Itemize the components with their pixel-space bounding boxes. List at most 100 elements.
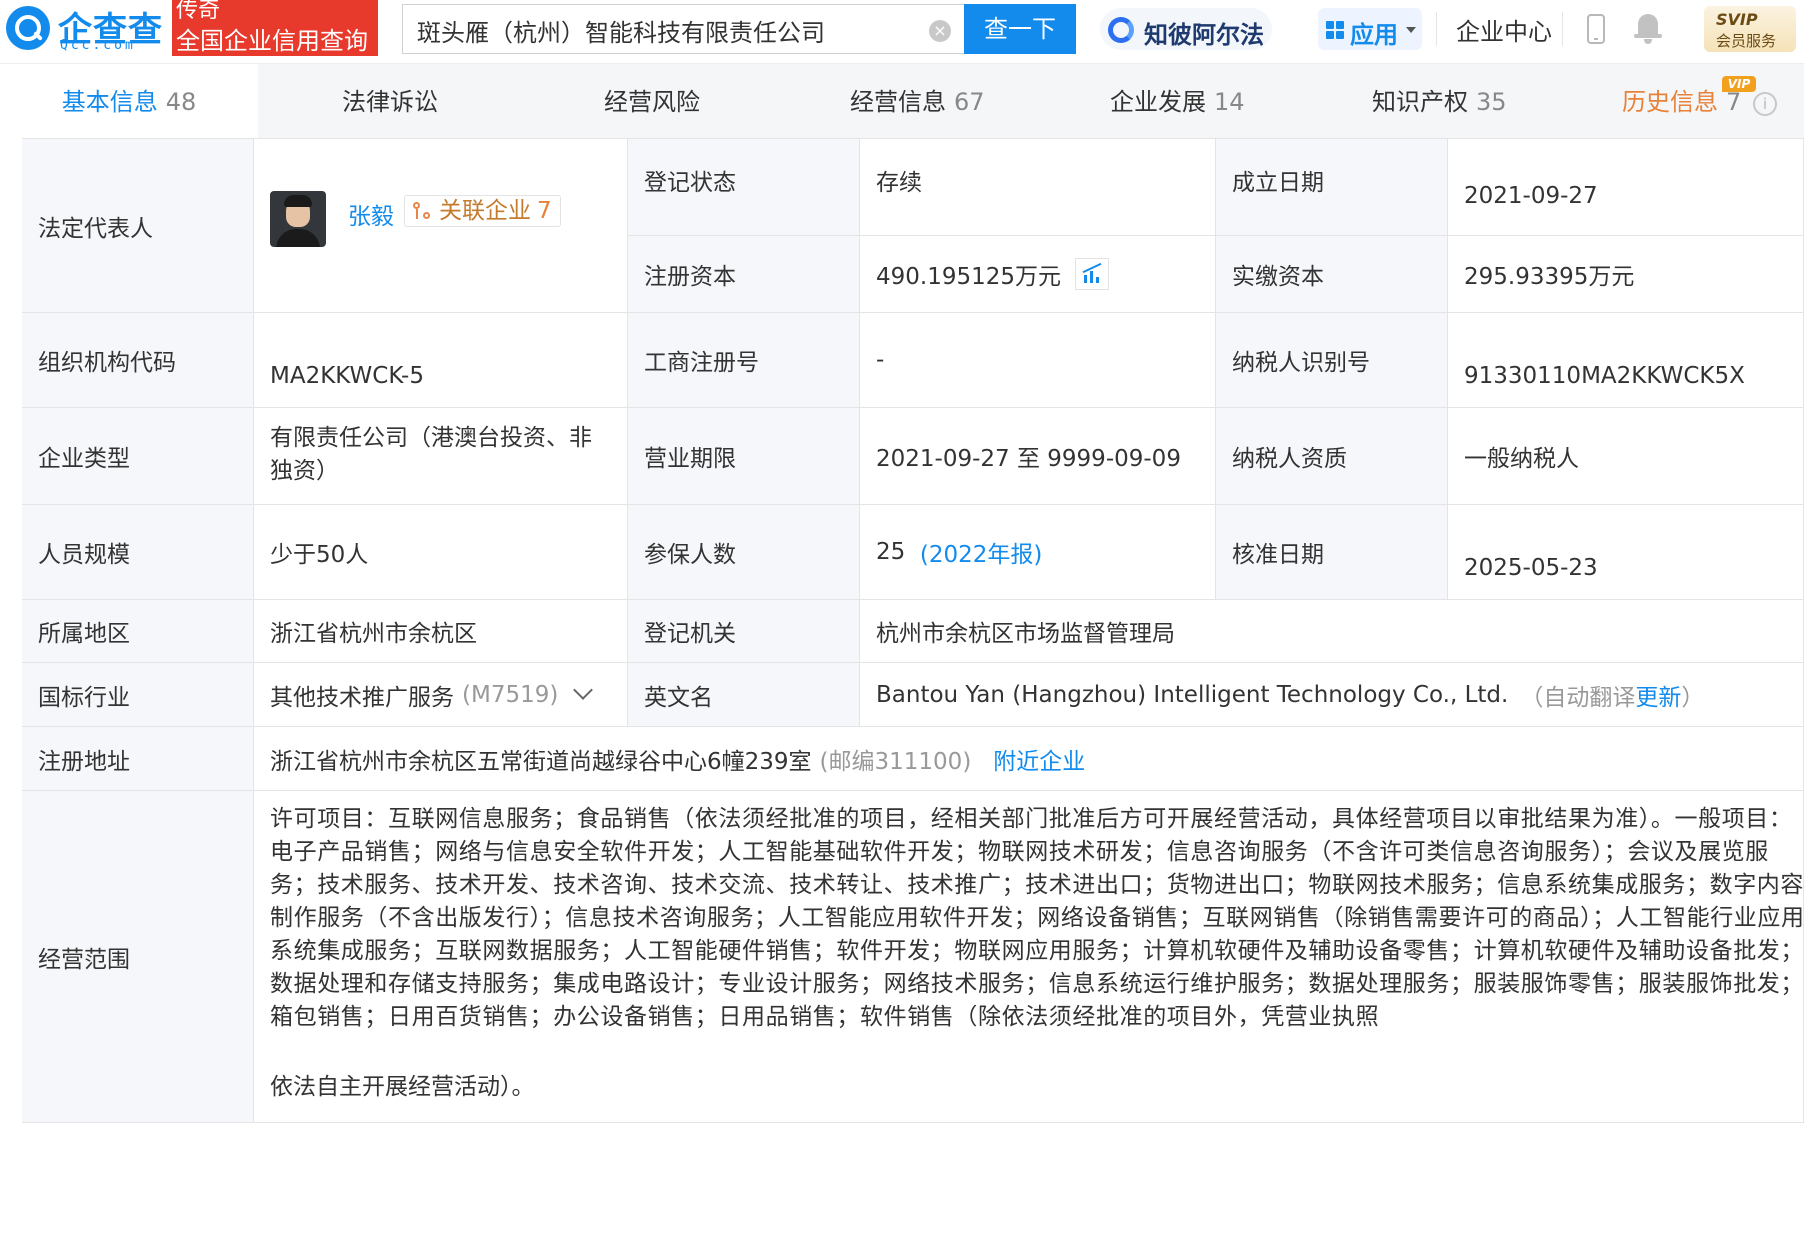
taxpayer-id-value: 91330110MA2KKWCK5X bbox=[1448, 313, 1804, 408]
tab-label: 知识产权 bbox=[1372, 88, 1468, 116]
staff-size-value: 少于50人 bbox=[254, 505, 628, 600]
legal-rep-avatar[interactable] bbox=[270, 191, 326, 247]
divider bbox=[1562, 12, 1563, 46]
label-text: 国标行业 bbox=[38, 684, 130, 711]
search-input[interactable] bbox=[417, 13, 917, 47]
svip-member-button[interactable]: SVIP 会员服务 bbox=[1704, 6, 1796, 52]
legal-rep-label: 法定代表人 bbox=[22, 139, 254, 313]
tab-count: 48 bbox=[165, 88, 197, 116]
app-grid-icon bbox=[1326, 21, 1344, 39]
value-text: 存续 bbox=[876, 170, 922, 196]
insured-value: 25 (2022年报) bbox=[860, 505, 1216, 600]
label-text: 英文名 bbox=[644, 684, 713, 711]
tab-label: 企业发展 bbox=[1110, 88, 1206, 116]
value-text: 2021-09-27 至 9999-09-09 bbox=[876, 446, 1181, 472]
label-text: 企业类型 bbox=[38, 446, 130, 472]
app-menu-dropdown[interactable]: 应用 bbox=[1318, 8, 1422, 50]
vip-tag: VIP bbox=[1722, 76, 1756, 92]
reg-address-label: 注册地址 bbox=[22, 727, 254, 791]
ent-type-value: 有限责任公司（港澳台投资、非独资） bbox=[254, 408, 628, 505]
label-text: 纳税人识别号 bbox=[1232, 350, 1370, 376]
search-button[interactable]: 查一下 bbox=[964, 4, 1076, 54]
scope-text: 许可项目：互联网信息服务；食品销售（依法须经批准的项目，经相关部门批准后方可开展… bbox=[270, 806, 1804, 1030]
taxpayer-qual-value: 一般纳税人 bbox=[1448, 408, 1804, 505]
reg-address-value: 浙江省杭州市余杭区五常街道尚越绿谷中心6幢239室 (邮编311100) 附近企业 bbox=[254, 727, 1804, 791]
taxpayer-qual-label: 纳税人资质 bbox=[1216, 408, 1448, 505]
label-text: 营业期限 bbox=[644, 446, 736, 472]
nearby-enterprises-link[interactable]: 附近企业 bbox=[993, 742, 1085, 776]
english-name-value: Bantou Yan (Hangzhou) Intelligent Techno… bbox=[860, 663, 1804, 727]
tab-intellectual-property[interactable]: 知识产权 35 bbox=[1372, 64, 1507, 140]
promo-badge[interactable]: 传奇 全国企业信用查询 bbox=[172, 0, 378, 56]
value-text: 一般纳税人 bbox=[1464, 446, 1579, 472]
value-text: 浙江省杭州市余杭区 bbox=[270, 621, 477, 647]
label-text: 登记状态 bbox=[644, 170, 736, 196]
tab-label: 经营信息 bbox=[850, 88, 946, 116]
found-date-value: 2021-09-27 bbox=[1448, 139, 1804, 236]
label-text: 核准日期 bbox=[1232, 542, 1324, 568]
clear-icon[interactable]: × bbox=[929, 20, 951, 42]
label-text: 经营范围 bbox=[38, 946, 130, 973]
tab-label: 基本信息 bbox=[61, 88, 158, 116]
qcc-logo[interactable]: 企查查 Qcc.com bbox=[0, 0, 172, 56]
tab-business-info[interactable]: 经营信息 67 bbox=[850, 64, 985, 140]
value-text: 2025-05-23 bbox=[1464, 555, 1598, 581]
value-text: MA2KKWCK-5 bbox=[270, 363, 424, 389]
value-text: 490.195125万元 bbox=[876, 264, 1062, 290]
label-text: 法定代表人 bbox=[38, 215, 153, 242]
promo-badge-line1: 传奇 bbox=[176, 0, 221, 23]
legal-rep-cell: 张毅 关联企业 7 bbox=[254, 139, 628, 313]
divider bbox=[1436, 12, 1437, 46]
biz-reg-no-label: 工商注册号 bbox=[628, 313, 860, 408]
zip-code: (邮编311100) bbox=[819, 748, 972, 775]
update-translation-link[interactable]: 更新 bbox=[1635, 678, 1681, 712]
tab-label: 法律诉讼 bbox=[342, 88, 438, 116]
paid-capital-value: 295.93395万元 bbox=[1448, 236, 1804, 313]
mobile-app-icon[interactable] bbox=[1587, 14, 1605, 44]
value-text: 25 bbox=[876, 539, 906, 565]
annual-report-link[interactable]: (2022年报) bbox=[920, 535, 1042, 569]
tab-business-risk[interactable]: 经营风险 bbox=[604, 64, 700, 140]
related-enterprises-badge[interactable]: 关联企业 7 bbox=[404, 195, 561, 227]
scope-value: 许可项目：互联网信息服务；食品销售（依法须经批准的项目，经相关部门批准后方可开展… bbox=[254, 791, 1804, 1123]
reg-status-label: 登记状态 bbox=[628, 139, 860, 236]
related-count: 7 bbox=[537, 198, 552, 224]
tab-legal-litigation[interactable]: 法律诉讼 bbox=[342, 64, 438, 140]
label-text: 注册地址 bbox=[38, 748, 130, 775]
tab-enterprise-development[interactable]: 企业发展 14 bbox=[1110, 64, 1245, 140]
zhibi-alpha-button[interactable]: 知彼阿尔法 bbox=[1100, 8, 1272, 50]
reg-authority-value: 杭州市余杭区市场监督管理局 bbox=[860, 600, 1804, 663]
value-text: 杭州市余杭区市场监督管理局 bbox=[876, 621, 1175, 647]
ent-type-label: 企业类型 bbox=[22, 408, 254, 505]
label-text: 工商注册号 bbox=[644, 350, 759, 376]
biz-term-label: 营业期限 bbox=[628, 408, 860, 505]
zhibi-logo-icon bbox=[1108, 17, 1134, 43]
tab-count: 35 bbox=[1476, 88, 1507, 116]
reg-capital-value: 490.195125万元 bbox=[860, 236, 1216, 313]
value-text: 295.93395万元 bbox=[1464, 264, 1635, 290]
caret-down-icon bbox=[1406, 27, 1416, 33]
industry-value[interactable]: 其他技术推广服务 (M7519) bbox=[254, 663, 628, 727]
tab-count: 7 bbox=[1726, 88, 1742, 116]
chevron-down-icon[interactable] bbox=[573, 679, 594, 700]
enterprise-center-link[interactable]: 企业中心 bbox=[1456, 12, 1552, 47]
value-text: 浙江省杭州市余杭区五常街道尚越绿谷中心6幢239室 bbox=[270, 748, 812, 775]
label-text: 登记机关 bbox=[644, 621, 736, 647]
capital-trend-chart-icon[interactable] bbox=[1075, 258, 1110, 290]
label-text: 实缴资本 bbox=[1232, 264, 1324, 290]
paid-capital-label: 实缴资本 bbox=[1216, 236, 1448, 313]
org-code-label: 组织机构代码 bbox=[22, 313, 254, 408]
related-label: 关联企业 bbox=[439, 198, 531, 224]
value-text: - bbox=[876, 347, 885, 373]
value-text: Bantou Yan (Hangzhou) Intelligent Techno… bbox=[876, 681, 1509, 708]
notification-bell-icon[interactable] bbox=[1634, 12, 1662, 46]
search-box: × bbox=[402, 4, 964, 54]
tab-basic-info[interactable]: 基本信息 48 bbox=[0, 64, 258, 140]
label-text: 纳税人资质 bbox=[1232, 446, 1347, 472]
scope-text-tail: 依法自主开展经营活动）。 bbox=[270, 1074, 535, 1100]
value-text: 有限责任公司（港澳台投资、非独资） bbox=[270, 425, 592, 484]
label-text: 注册资本 bbox=[644, 264, 736, 290]
help-icon[interactable]: i bbox=[1753, 92, 1777, 116]
legal-rep-name-link[interactable]: 张毅 bbox=[348, 197, 394, 231]
magnifier-logo-icon bbox=[6, 6, 50, 50]
